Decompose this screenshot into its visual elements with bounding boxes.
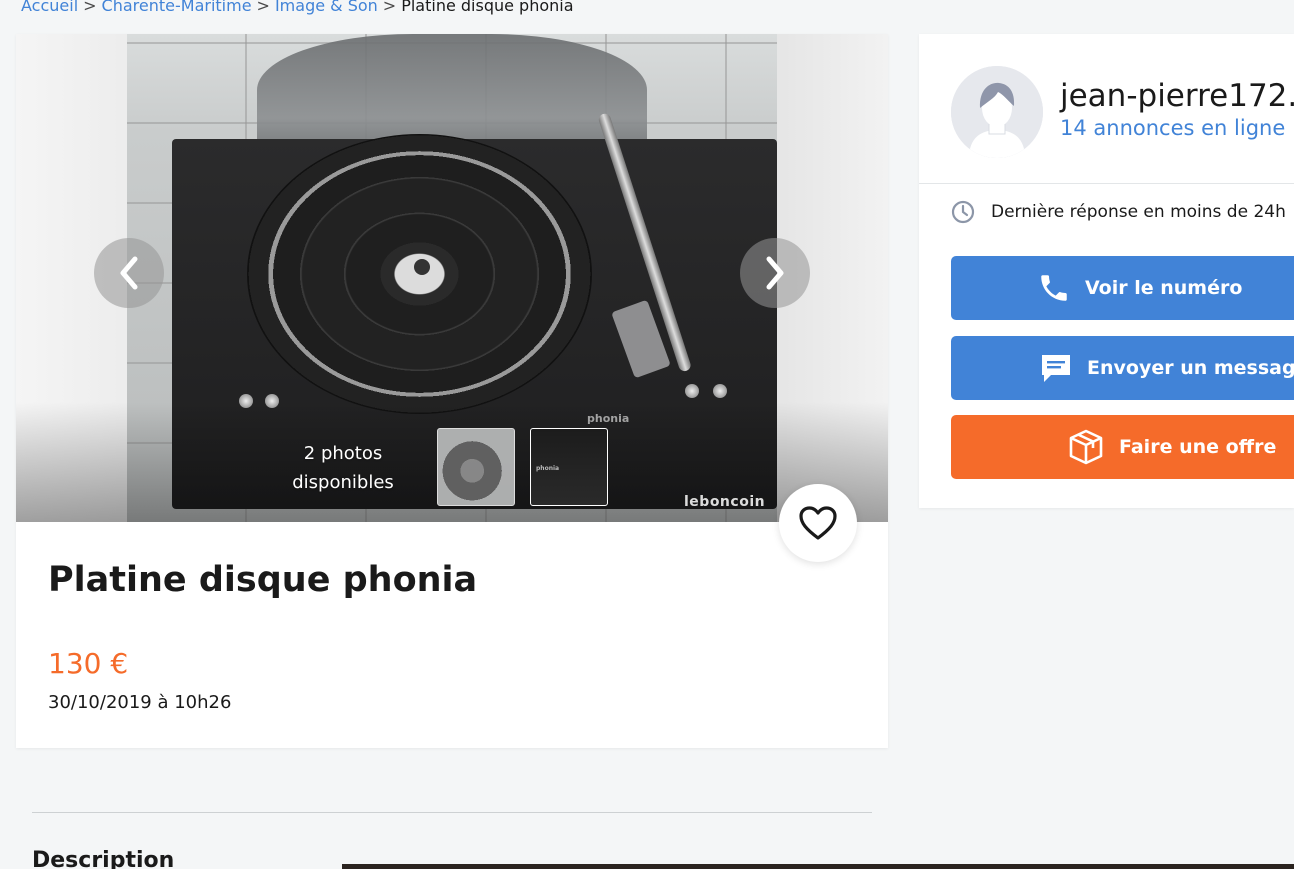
photo-thumbnail-2[interactable]: phonia	[530, 428, 608, 506]
description-heading: Description	[32, 848, 175, 869]
breadcrumb-separator: >	[83, 0, 97, 15]
favorite-button[interactable]	[779, 484, 857, 562]
ad-title: Platine disque phonia	[48, 560, 478, 600]
chevron-right-icon	[766, 256, 784, 290]
thumbnail-brand-logo: phonia	[536, 465, 560, 472]
gallery-prev-button[interactable]	[94, 238, 164, 308]
breadcrumb-link-region[interactable]: Charente-Maritime	[102, 0, 252, 15]
response-time-label: Dernière réponse en moins de 24h	[991, 202, 1286, 222]
image-strip-edge	[342, 864, 1294, 869]
seller-name[interactable]: jean-pierre172..	[1060, 78, 1294, 114]
photo-turntable-spindle	[414, 259, 430, 275]
gallery-next-button[interactable]	[740, 238, 810, 308]
package-icon	[1069, 429, 1103, 465]
show-phone-label: Voir le numéro	[1085, 277, 1243, 299]
message-icon	[1042, 355, 1070, 382]
photo-count-line: disponibles	[292, 472, 394, 493]
photo-count-label: 2 photos disponibles	[276, 439, 410, 497]
photo-thumbnail-1[interactable]	[437, 428, 515, 506]
heart-icon	[799, 506, 837, 540]
ad-card: phonia 2 photos disponibles phonia lebon…	[16, 34, 888, 748]
seller-card: jean-pierre172.. 14 annonces en ligne De…	[919, 34, 1294, 508]
seller-divider	[919, 183, 1294, 184]
breadcrumb-separator: >	[256, 0, 270, 15]
seller-avatar[interactable]	[951, 66, 1043, 158]
user-avatar-icon	[951, 66, 1043, 158]
section-divider	[32, 812, 872, 813]
photo-knob	[713, 384, 727, 398]
clock-icon	[951, 200, 975, 224]
send-message-label: Envoyer un message	[1087, 357, 1294, 379]
breadcrumb-separator: >	[382, 0, 397, 15]
photo-gallery: phonia 2 photos disponibles phonia lebon…	[16, 34, 888, 522]
breadcrumb: Accueil > Charente-Maritime > Image & Son > Pl…	[21, 0, 574, 17]
phone-icon	[1041, 275, 1067, 301]
response-time: Dernière réponse en moins de 24h	[951, 200, 1286, 224]
show-phone-button[interactable]: Voir le numéro	[951, 256, 1294, 320]
breadcrumb-link-category[interactable]: Image & Son	[275, 0, 378, 15]
photo-knob	[685, 384, 699, 398]
chevron-left-icon	[120, 256, 138, 290]
ad-price: 130 €	[48, 647, 129, 680]
make-offer-label: Faire une offre	[1119, 436, 1277, 458]
ad-date: 30/10/2019 à 10h26	[48, 692, 232, 713]
breadcrumb-current: Platine disque phonia	[401, 0, 574, 15]
breadcrumb-link-home[interactable]: Accueil	[21, 0, 78, 15]
send-message-button[interactable]: Envoyer un message	[951, 336, 1294, 400]
leboncoin-watermark: leboncoin	[684, 494, 766, 510]
make-offer-button[interactable]: Faire une offre	[951, 415, 1294, 479]
seller-ads-link[interactable]: 14 annonces en ligne	[1060, 116, 1285, 140]
photo-count-line: 2 photos	[303, 443, 383, 464]
